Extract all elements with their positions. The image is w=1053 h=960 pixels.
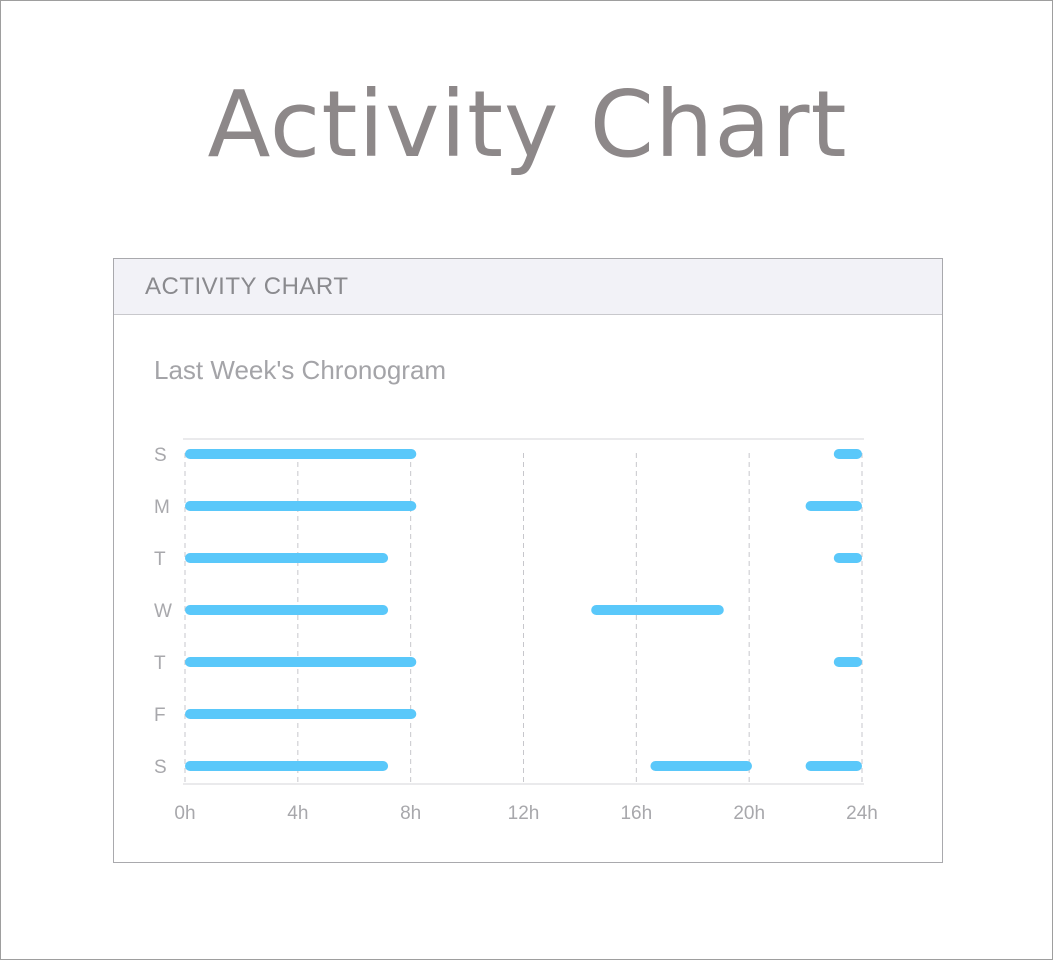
day-label: T	[154, 549, 166, 570]
page: Activity Chart ACTIVITY CHART Last Week'…	[0, 0, 1053, 960]
x-tick-label: 8h	[400, 803, 421, 824]
day-label: F	[154, 705, 166, 726]
page-title: Activity Chart	[207, 71, 848, 178]
day-label: S	[154, 757, 167, 778]
day-label: T	[154, 653, 166, 674]
x-tick-label: 12h	[508, 803, 540, 824]
activity-chronogram: 0h 4h 8h 12h 16h 20h 24h S M T W T F S	[154, 438, 878, 824]
x-tick-label: 0h	[174, 803, 195, 824]
x-tick-label: 20h	[733, 803, 765, 824]
day-label: S	[154, 445, 167, 466]
day-label: M	[154, 497, 170, 518]
x-tick-label: 16h	[620, 803, 652, 824]
x-tick-label: 4h	[287, 803, 308, 824]
activity-chart-card: ACTIVITY CHART Last Week's Chronogram 0h…	[113, 258, 943, 863]
x-tick-label: 24h	[846, 803, 878, 824]
day-label: W	[154, 601, 172, 622]
